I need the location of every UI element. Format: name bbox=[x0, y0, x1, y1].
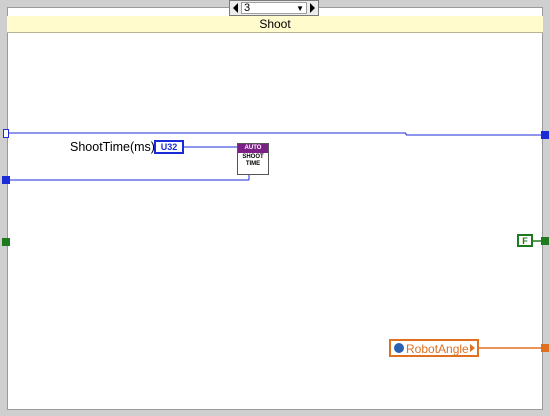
tunnel-left-bool[interactable] bbox=[2, 238, 10, 246]
robot-angle-label: RobotAngle bbox=[406, 342, 469, 356]
globe-icon bbox=[394, 343, 404, 353]
shoot-time-control[interactable]: U32 bbox=[154, 140, 184, 154]
tunnel-right-top[interactable] bbox=[541, 131, 549, 139]
tunnel-left-int[interactable] bbox=[2, 176, 10, 184]
tunnel-right-bool[interactable] bbox=[541, 237, 549, 245]
tunnel-left-top[interactable] bbox=[3, 129, 9, 138]
arrow-right-icon bbox=[470, 344, 475, 352]
robot-angle-reference[interactable]: RobotAngle bbox=[389, 339, 479, 357]
subvi-caption: SHOOT TIME bbox=[238, 154, 268, 168]
subvi-caption-line2: TIME bbox=[245, 161, 261, 167]
shoot-time-label: ShootTime(ms) bbox=[70, 140, 155, 154]
subvi-banner: AUTO bbox=[238, 144, 268, 153]
auto-shoot-time-subvi[interactable]: AUTO SHOOT TIME bbox=[237, 143, 269, 175]
tunnel-right-ref[interactable] bbox=[541, 344, 549, 352]
subvi-caption-line1: SHOOT bbox=[242, 154, 264, 160]
u32-label: U32 bbox=[160, 142, 178, 152]
false-constant[interactable]: F bbox=[517, 234, 533, 247]
